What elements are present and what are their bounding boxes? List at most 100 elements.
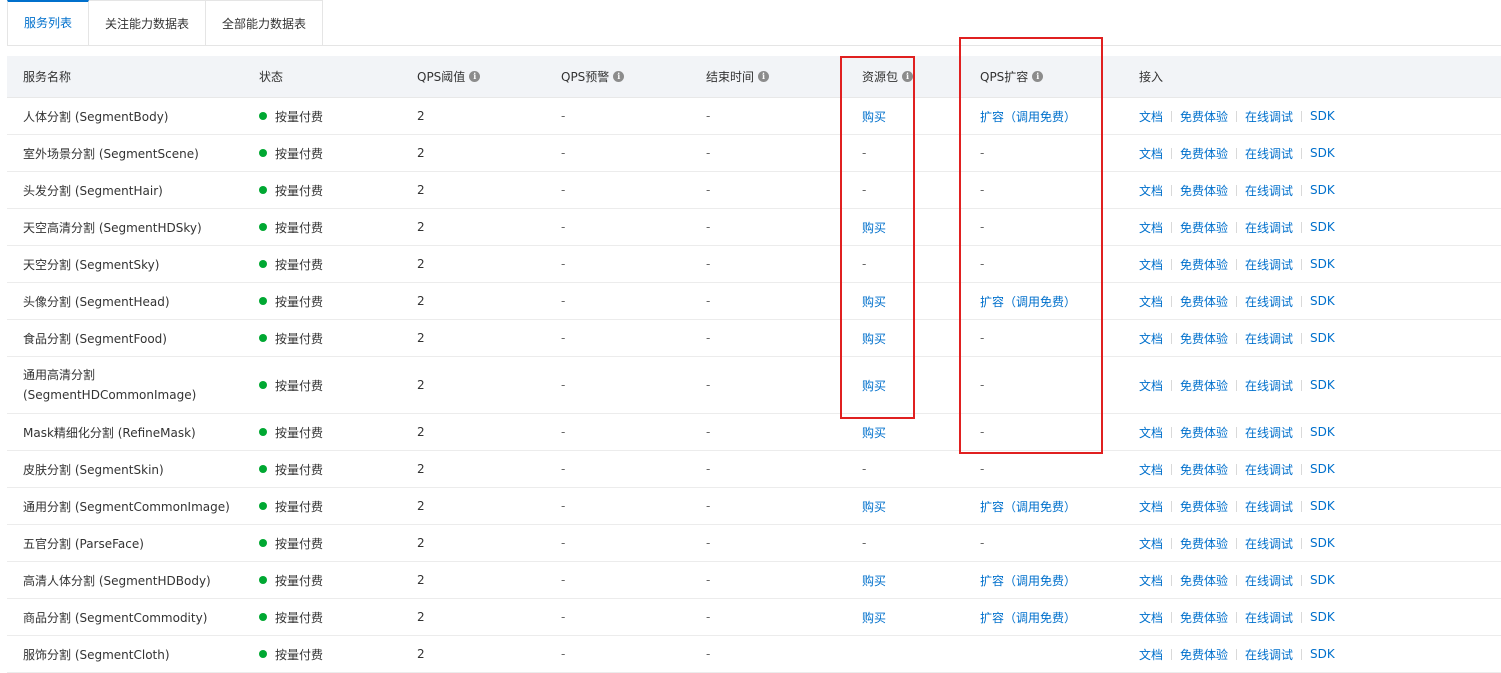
free-trial-link[interactable]: 免费体验	[1180, 461, 1228, 478]
free-trial-link[interactable]: 免费体验	[1180, 646, 1228, 663]
docs-link[interactable]: 文档	[1139, 646, 1163, 663]
free-trial-link[interactable]: 免费体验	[1180, 256, 1228, 273]
free-trial-link[interactable]: 免费体验	[1180, 145, 1228, 162]
buy-package-link[interactable]: 购买	[862, 320, 962, 356]
info-icon[interactable]: i	[902, 71, 914, 82]
link-divider	[1236, 611, 1238, 623]
sdk-link[interactable]: SDK	[1310, 647, 1335, 661]
buy-package-link[interactable]: 购买	[862, 599, 962, 635]
status-text: 按量付费	[275, 257, 324, 272]
qps-expand-link[interactable]: 扩容（调用免费）	[980, 599, 1120, 635]
online-debug-link[interactable]: 在线调试	[1245, 572, 1293, 589]
free-trial-link[interactable]: 免费体验	[1180, 498, 1228, 515]
docs-link[interactable]: 文档	[1139, 572, 1163, 589]
tab-divider	[323, 45, 1501, 46]
docs-link[interactable]: 文档	[1139, 609, 1163, 626]
sdk-link[interactable]: SDK	[1310, 425, 1335, 439]
info-icon[interactable]: i	[1032, 71, 1044, 82]
sdk-link[interactable]: SDK	[1310, 499, 1335, 513]
header-end-time: 结束时间 i	[706, 56, 836, 97]
docs-link[interactable]: 文档	[1139, 330, 1163, 347]
sdk-link[interactable]: SDK	[1310, 462, 1335, 476]
sdk-link[interactable]: SDK	[1310, 183, 1335, 197]
free-trial-link[interactable]: 免费体验	[1180, 108, 1228, 125]
qps-expand-link[interactable]: 扩容（调用免费）	[980, 488, 1120, 524]
sdk-link[interactable]: SDK	[1310, 294, 1335, 308]
table-row: 通用分割 (SegmentCommonImage) 按量付费 2 - - 购买 扩容（调用免…	[7, 488, 1501, 525]
free-trial-link[interactable]: 免费体验	[1180, 424, 1228, 441]
free-trial-link[interactable]: 免费体验	[1180, 609, 1228, 626]
online-debug-link[interactable]: 在线调试	[1245, 108, 1293, 125]
free-trial-link[interactable]: 免费体验	[1180, 293, 1228, 310]
link-divider	[1171, 611, 1173, 623]
sdk-link[interactable]: SDK	[1310, 220, 1335, 234]
buy-package-link[interactable]: 购买	[862, 562, 962, 598]
info-icon[interactable]: i	[758, 71, 770, 82]
free-trial-link[interactable]: 免费体验	[1180, 377, 1228, 394]
link-divider	[1171, 295, 1173, 307]
tab-all-capabilities[interactable]: 全部能力数据表	[206, 0, 324, 46]
buy-package-link[interactable]: 购买	[862, 209, 962, 245]
sdk-link[interactable]: SDK	[1310, 146, 1335, 160]
docs-link[interactable]: 文档	[1139, 293, 1163, 310]
free-trial-link[interactable]: 免费体验	[1180, 182, 1228, 199]
sdk-link[interactable]: SDK	[1310, 109, 1335, 123]
docs-link[interactable]: 文档	[1139, 424, 1163, 441]
docs-link[interactable]: 文档	[1139, 219, 1163, 236]
docs-link[interactable]: 文档	[1139, 256, 1163, 273]
docs-link[interactable]: 文档	[1139, 535, 1163, 552]
header-qps-expand-label: QPS扩容	[980, 70, 1029, 84]
buy-package-link[interactable]: 购买	[862, 98, 962, 134]
docs-link[interactable]: 文档	[1139, 461, 1163, 478]
tab-service-list[interactable]: 服务列表	[7, 0, 90, 46]
qps-expand-link[interactable]: 扩容（调用免费）	[980, 283, 1120, 319]
sdk-link[interactable]: SDK	[1310, 378, 1335, 392]
free-trial-link[interactable]: 免费体验	[1180, 219, 1228, 236]
sdk-link[interactable]: SDK	[1310, 536, 1335, 550]
online-debug-link[interactable]: 在线调试	[1245, 535, 1293, 552]
online-debug-link[interactable]: 在线调试	[1245, 609, 1293, 626]
docs-link[interactable]: 文档	[1139, 377, 1163, 394]
info-icon[interactable]: i	[469, 71, 481, 82]
docs-link[interactable]: 文档	[1139, 498, 1163, 515]
link-divider	[1301, 221, 1303, 233]
end-time-value: -	[706, 109, 711, 123]
sdk-link[interactable]: SDK	[1310, 257, 1335, 271]
buy-package-link[interactable]: 购买	[862, 357, 962, 413]
status-dot-icon	[259, 613, 267, 621]
online-debug-link[interactable]: 在线调试	[1245, 256, 1293, 273]
online-debug-link[interactable]: 在线调试	[1245, 377, 1293, 394]
table-body: 人体分割 (SegmentBody) 按量付费 2- - 购买 扩容（调用免费） 文档 免费体…	[7, 98, 1501, 673]
online-debug-link[interactable]: 在线调试	[1245, 330, 1293, 347]
buy-package-link[interactable]: 购买	[862, 488, 962, 524]
online-debug-link[interactable]: 在线调试	[1245, 424, 1293, 441]
docs-link[interactable]: 文档	[1139, 145, 1163, 162]
online-debug-link[interactable]: 在线调试	[1245, 182, 1293, 199]
qps-expand-link[interactable]: 扩容（调用免费）	[980, 562, 1120, 598]
sdk-link[interactable]: SDK	[1310, 610, 1335, 624]
docs-link[interactable]: 文档	[1139, 182, 1163, 199]
free-trial-link[interactable]: 免费体验	[1180, 330, 1228, 347]
sdk-link[interactable]: SDK	[1310, 331, 1335, 345]
buy-package-link[interactable]: 购买	[862, 414, 962, 450]
online-debug-link[interactable]: 在线调试	[1245, 646, 1293, 663]
online-debug-link[interactable]: 在线调试	[1245, 293, 1293, 310]
free-trial-link[interactable]: 免费体验	[1180, 572, 1228, 589]
online-debug-link[interactable]: 在线调试	[1245, 461, 1293, 478]
sdk-link[interactable]: SDK	[1310, 573, 1335, 587]
free-trial-link[interactable]: 免费体验	[1180, 535, 1228, 552]
docs-link[interactable]: 文档	[1139, 108, 1163, 125]
buy-package-link[interactable]: 购买	[862, 283, 962, 319]
info-icon[interactable]: i	[613, 71, 625, 82]
online-debug-link[interactable]: 在线调试	[1245, 145, 1293, 162]
qps-expand-value: -	[980, 462, 985, 476]
table-header: 服务名称 状态 QPS阈值 i QPS预警 i 结束时间 i 资源包 i QPS扩容 i …	[7, 56, 1501, 98]
link-divider	[1236, 574, 1238, 586]
online-debug-link[interactable]: 在线调试	[1245, 219, 1293, 236]
link-divider	[1171, 648, 1173, 660]
tab-followed-capabilities[interactable]: 关注能力数据表	[89, 0, 207, 46]
qps-expand-link[interactable]: 扩容（调用免费）	[980, 98, 1120, 134]
table-row: 头发分割 (SegmentHair) 按量付费 2 - - - - 文档 免费体验 在线调试 SDK	[7, 172, 1501, 209]
online-debug-link[interactable]: 在线调试	[1245, 498, 1293, 515]
link-divider	[1301, 611, 1303, 623]
